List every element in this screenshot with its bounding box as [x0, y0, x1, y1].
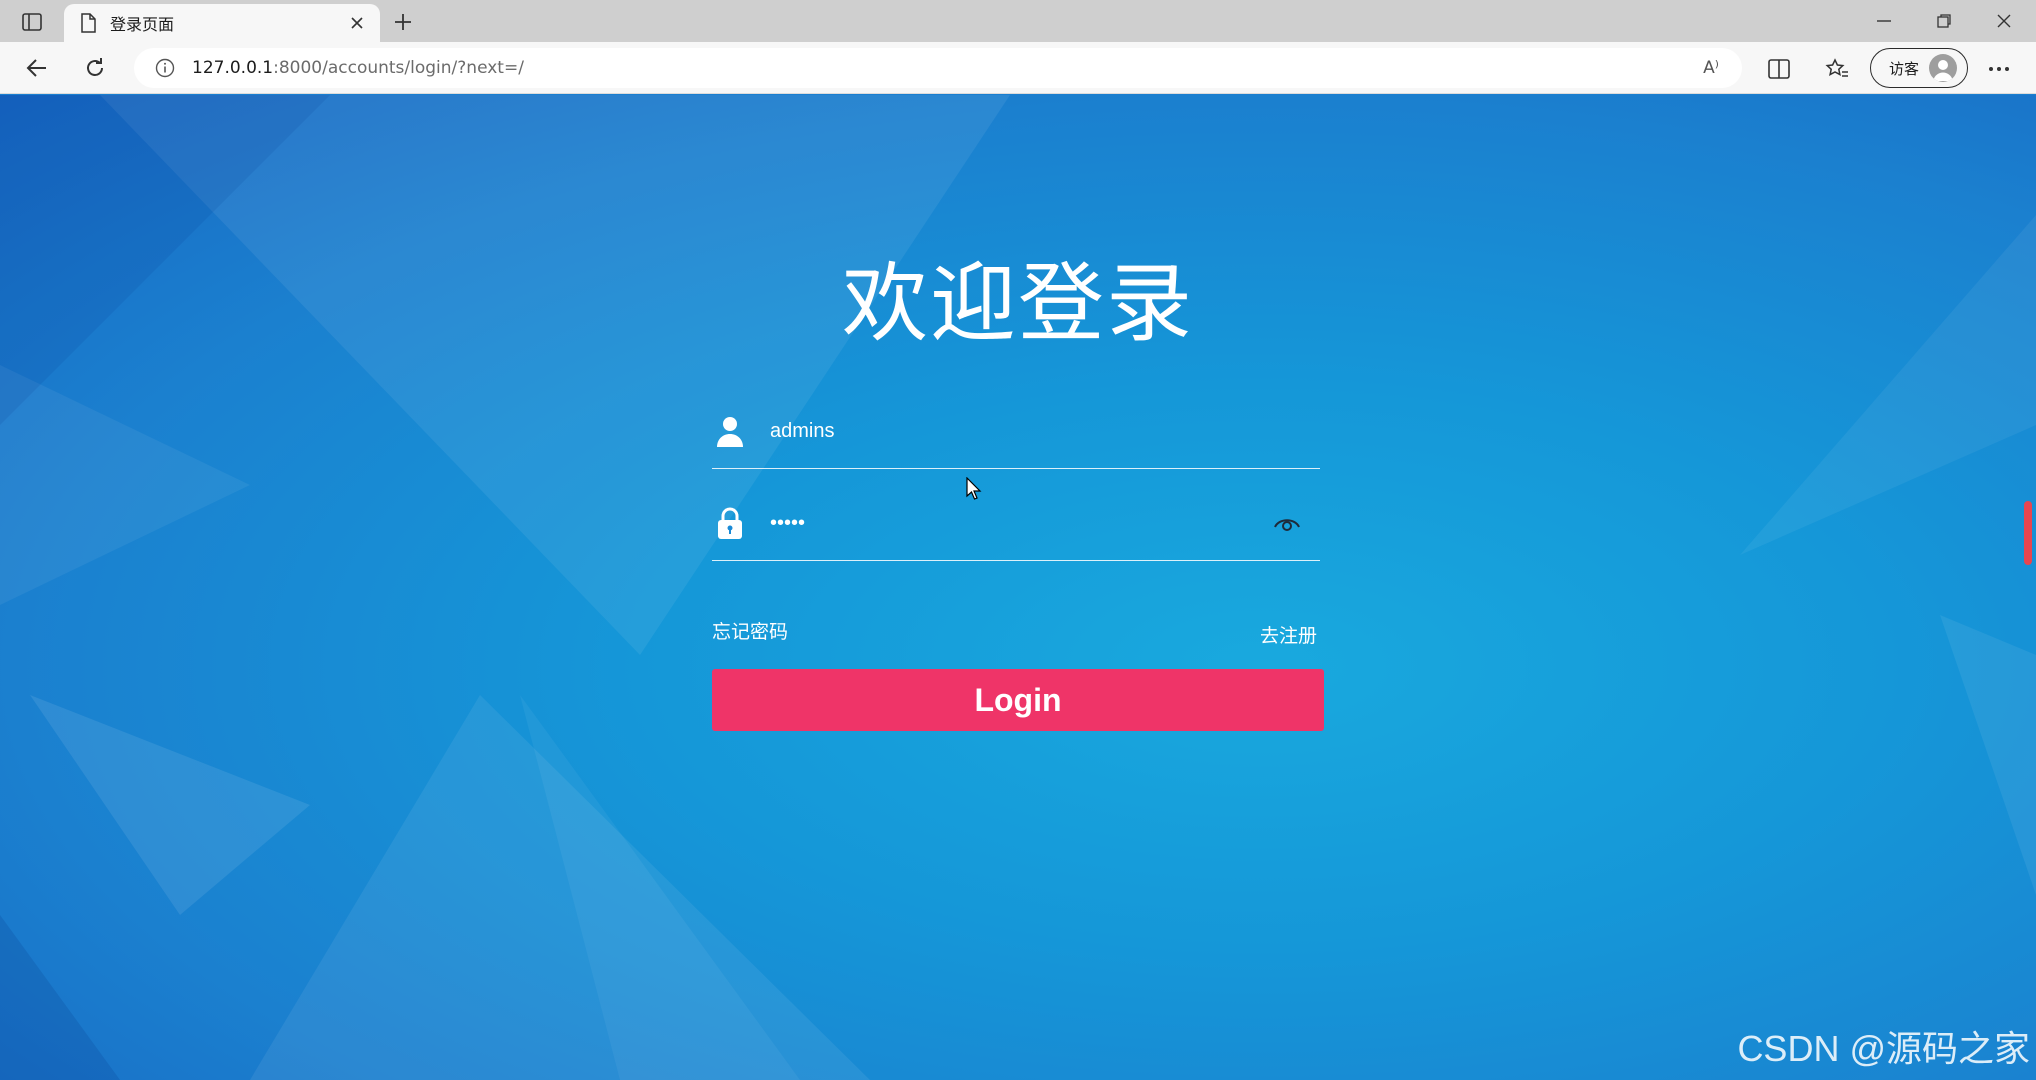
- welcome-title: 欢迎登录: [842, 254, 1194, 354]
- more-icon[interactable]: [1984, 54, 2014, 84]
- minimize-icon[interactable]: [1864, 6, 1904, 36]
- back-icon[interactable]: [20, 52, 54, 84]
- eye-icon[interactable]: [1272, 511, 1302, 537]
- new-tab-icon[interactable]: [388, 8, 418, 36]
- split-screen-icon[interactable]: [1764, 54, 1794, 84]
- username-input[interactable]: [770, 411, 1240, 451]
- mouse-cursor-icon: [966, 477, 982, 500]
- password-input[interactable]: [770, 503, 1240, 543]
- browser-toolbar: 127.0.0.1:8000/accounts/login/?next=/ A⁾…: [0, 42, 2036, 94]
- login-page: 欢迎登录 忘记密码 去注册 Login CSDN @源码之家: [0, 95, 2036, 1080]
- register-link[interactable]: 去注册: [1260, 621, 1317, 648]
- username-field: [712, 403, 1320, 469]
- address-bar[interactable]: 127.0.0.1:8000/accounts/login/?next=/ A⁾: [134, 48, 1742, 88]
- password-field: [712, 495, 1320, 561]
- tab-bar: 登录页面: [0, 0, 2036, 42]
- active-tab[interactable]: 登录页面: [64, 4, 380, 42]
- tab-actions-icon[interactable]: [14, 8, 50, 36]
- reload-icon[interactable]: [78, 52, 112, 84]
- lock-icon: [714, 505, 746, 541]
- url-text: 127.0.0.1:8000/accounts/login/?next=/: [192, 58, 524, 78]
- avatar: [1929, 54, 1958, 82]
- login-button[interactable]: Login: [712, 669, 1324, 731]
- close-tab-icon[interactable]: [346, 12, 368, 34]
- forgot-password-link[interactable]: 忘记密码: [712, 617, 788, 644]
- close-window-icon[interactable]: [1984, 6, 2024, 36]
- watermark: CSDN @源码之家: [1737, 1028, 2030, 1069]
- url-path: :8000/accounts/login/?next=/: [273, 58, 524, 78]
- favorites-icon[interactable]: [1822, 54, 1852, 84]
- read-aloud-icon[interactable]: A⁾: [1698, 56, 1724, 80]
- user-icon: [714, 413, 746, 449]
- scrollbar-thumb[interactable]: [2024, 501, 2032, 565]
- profile-button[interactable]: 访客: [1870, 48, 1968, 88]
- profile-label: 访客: [1889, 59, 1920, 78]
- tab-title: 登录页面: [110, 15, 175, 34]
- url-host: 127.0.0.1: [192, 58, 274, 78]
- info-icon[interactable]: [154, 57, 176, 79]
- page-icon: [78, 13, 98, 33]
- restore-icon[interactable]: [1924, 6, 1964, 36]
